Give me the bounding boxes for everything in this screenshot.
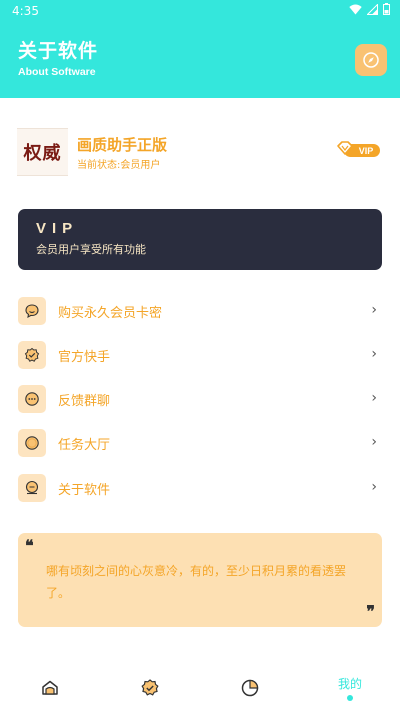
profile-section: 权威 画质助手正版 当前状态:会员用户 VIP — [17, 126, 382, 176]
bottom-nav: 我的 — [0, 660, 400, 712]
circle-icon — [18, 429, 46, 457]
status-time: 4:35 — [12, 4, 39, 18]
pie-chart-icon — [241, 679, 259, 697]
vip-card-title: VIP — [36, 220, 79, 237]
menu-item-label: 反馈群聊 — [58, 394, 111, 409]
nav-mine[interactable]: 我的 — [300, 660, 400, 712]
signal-icon — [367, 3, 378, 15]
chevron-right-icon: › — [371, 479, 377, 495]
vip-card[interactable]: VIP 会员用户享受所有功能 — [18, 209, 382, 270]
page-title: 关于软件 — [18, 40, 99, 62]
wifi-icon — [349, 4, 362, 14]
menu-item-label: 关于软件 — [58, 483, 111, 498]
chevron-right-icon: › — [371, 346, 377, 362]
page-subtitle: About Software — [18, 66, 96, 78]
nav-verified[interactable] — [100, 660, 200, 712]
menu-item-label: 购买永久会员卡密 — [58, 306, 163, 321]
nav-home[interactable] — [0, 660, 100, 712]
menu-item-task-hall[interactable]: 任务大厅 › — [18, 428, 382, 458]
quote-close-icon: ❞ — [366, 602, 375, 621]
badge-check-icon — [18, 341, 46, 369]
vip-card-description: 会员用户享受所有功能 — [36, 243, 146, 256]
verified-icon — [141, 679, 159, 696]
menu-item-about-software[interactable]: 关于软件 › — [18, 473, 382, 503]
menu-item-feedback-group[interactable]: 反馈群聊 › — [18, 384, 382, 414]
compass-button[interactable] — [355, 44, 387, 76]
nav-mine-label: 我的 — [337, 677, 362, 691]
app-name: 画质助手正版 — [77, 136, 168, 154]
battery-icon — [383, 3, 390, 15]
menu-item-buy-card[interactable]: 购买永久会员卡密 › — [18, 296, 382, 326]
vip-badge-text: VIP — [359, 146, 374, 156]
quote-card: ❝ 哪有顷刻之间的心灰意冷，有的，至少日积月累的看透罢了。 ❞ — [18, 533, 382, 627]
quote-text: 哪有顷刻之间的心灰意冷，有的，至少日积月累的看透罢了。 — [46, 564, 347, 600]
chevron-right-icon: › — [371, 434, 377, 450]
status-bar: 4:35 — [0, 0, 400, 22]
message-dots-icon — [18, 385, 46, 413]
menu-item-label: 任务大厅 — [58, 438, 111, 453]
info-coin-icon — [18, 474, 46, 502]
app-logo: 权威 — [17, 128, 68, 176]
nav-stats[interactable] — [200, 660, 300, 712]
active-indicator-dot — [347, 695, 353, 701]
chevron-right-icon: › — [371, 390, 377, 406]
header: 4:35 关于软件 About Software — [0, 0, 400, 98]
status-icons — [349, 3, 390, 15]
compass-icon — [363, 52, 379, 68]
home-icon — [42, 680, 58, 695]
member-status: 当前状态:会员用户 — [77, 160, 161, 171]
quote-open-icon: ❝ — [25, 536, 34, 555]
menu-item-kuaishou[interactable]: 官方快手 › — [18, 340, 382, 370]
chat-icon — [18, 297, 46, 325]
chevron-right-icon: › — [371, 302, 377, 318]
menu-item-label: 官方快手 — [58, 350, 111, 365]
logo-text: 权威 — [23, 143, 62, 164]
vip-badge: VIP — [337, 141, 380, 157]
